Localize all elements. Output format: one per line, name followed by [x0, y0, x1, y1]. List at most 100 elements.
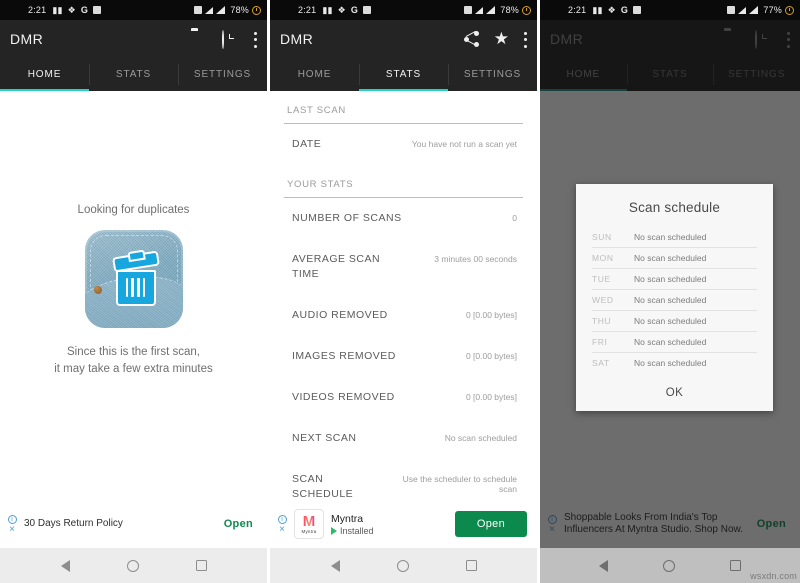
- table-row[interactable]: NUMBER OF SCANS 0: [284, 198, 523, 239]
- app-title: DMR: [280, 31, 314, 47]
- recents-icon[interactable]: [729, 560, 741, 571]
- list-item[interactable]: TUE No scan scheduled: [592, 269, 757, 290]
- schedule-value: No scan scheduled: [634, 274, 707, 284]
- photo-icon: [363, 6, 372, 14]
- list-item[interactable]: THU No scan scheduled: [592, 311, 757, 332]
- tab-stats[interactable]: STATS: [359, 58, 448, 91]
- ad-info-icon[interactable]: i: [277, 514, 287, 524]
- battery-percent: 77%: [763, 5, 782, 15]
- table-row[interactable]: NEXT SCAN No scan scheduled: [284, 418, 523, 459]
- star-icon[interactable]: ★: [494, 30, 509, 47]
- signal-dual-icon: [738, 6, 747, 14]
- back-icon[interactable]: [599, 559, 609, 572]
- folder-icon[interactable]: [191, 31, 208, 48]
- status-bar: 2:21 ▮▮ ❖ G 78%: [0, 0, 267, 20]
- tab-bar: HOME STATS SETTINGS: [270, 58, 537, 91]
- battery-percent: 78%: [230, 5, 249, 15]
- ad-banner[interactable]: i × M Myntra Myntra Installed Open: [270, 500, 537, 548]
- tab-bar: HOME STATS SETTINGS: [0, 58, 267, 91]
- tab-settings[interactable]: SETTINGS: [448, 58, 537, 91]
- home-icon[interactable]: [126, 559, 139, 572]
- stat-value: 0: [512, 213, 517, 223]
- back-icon[interactable]: [330, 559, 340, 572]
- stat-key: AVERAGE SCAN TIME: [292, 253, 381, 280]
- status-bar-time: 2:21: [28, 5, 47, 15]
- back-icon[interactable]: [60, 559, 70, 572]
- table-row[interactable]: AUDIO REMOVED 0 [0.00 bytes]: [284, 295, 523, 336]
- screenshot-icon: [727, 6, 736, 14]
- status-bar: 2:21 ▮▮ ❖ G 78%: [270, 0, 537, 20]
- google-icon: G: [350, 4, 359, 15]
- dialog-ok-button[interactable]: OK: [576, 373, 773, 403]
- tab-stats[interactable]: STATS: [89, 58, 178, 91]
- ad-open-button[interactable]: Open: [454, 511, 527, 537]
- scan-note: Since this is the first scan, it may tak…: [54, 344, 213, 378]
- schedule-value: No scan scheduled: [634, 316, 707, 326]
- stat-key: SCAN SCHEDULE: [292, 473, 354, 500]
- app-bar: DMR: [0, 20, 267, 58]
- home-content: Looking for duplicates Since this is the…: [0, 91, 267, 500]
- photo-icon: [633, 6, 642, 14]
- ad-close-icon[interactable]: ×: [279, 524, 285, 534]
- ad-app-status: Installed: [331, 526, 374, 536]
- tab-home[interactable]: HOME: [270, 58, 359, 91]
- scanning-heading: Looking for duplicates: [77, 203, 190, 216]
- battery-percent: 78%: [500, 5, 519, 15]
- status-bar: 2:21 ▮▮ ❖ G 77%: [540, 0, 800, 20]
- schedule-value: No scan scheduled: [634, 337, 707, 347]
- ad-info-icon[interactable]: i: [7, 514, 17, 524]
- footprint-icon: ❖: [337, 4, 346, 15]
- status-bar-time: 2:21: [298, 5, 317, 15]
- ad-marks: i ×: [276, 514, 288, 534]
- ad-app-block: M Myntra Myntra Installed: [294, 509, 455, 539]
- table-row[interactable]: DATE You have not run a scan yet: [284, 124, 523, 165]
- stat-key: VIDEOS REMOVED: [292, 391, 395, 403]
- ad-open-link[interactable]: Open: [224, 518, 253, 530]
- gmail-icon: ▮▮: [322, 4, 333, 15]
- table-row[interactable]: IMAGES REMOVED 0 [0.00 bytes]: [284, 336, 523, 377]
- signal-dual-icon: [475, 6, 484, 14]
- status-bar-time: 2:21: [568, 5, 587, 15]
- ad-close-icon[interactable]: ×: [9, 524, 15, 534]
- status-bar-right-icons: 78%: [464, 5, 531, 15]
- screenshot-stage: 2:21 ▮▮ ❖ G 78% DMR HOME STATS SETTINGS …: [0, 0, 800, 583]
- schedule-value: No scan scheduled: [634, 232, 707, 242]
- system-nav-bar: [0, 548, 267, 583]
- table-row[interactable]: AVERAGE SCAN TIME 3 minutes 00 seconds: [284, 239, 523, 295]
- ad-app-meta: Myntra Installed: [331, 513, 374, 536]
- screenshot-icon: [464, 6, 473, 14]
- list-item[interactable]: WED No scan scheduled: [592, 290, 757, 311]
- schedule-day: FRI: [592, 337, 608, 347]
- list-item[interactable]: SUN No scan scheduled: [592, 227, 757, 248]
- ad-app-name: Myntra: [331, 512, 364, 525]
- home-icon[interactable]: [396, 559, 409, 572]
- share-icon[interactable]: [463, 30, 480, 47]
- list-item[interactable]: FRI No scan scheduled: [592, 332, 757, 353]
- list-item[interactable]: MON No scan scheduled: [592, 248, 757, 269]
- ad-banner[interactable]: i × 30 Days Return Policy Open: [0, 500, 267, 548]
- stat-value: 0 [0.00 bytes]: [465, 392, 517, 402]
- recents-icon[interactable]: [465, 560, 477, 571]
- clock-icon[interactable]: [222, 29, 239, 49]
- alarm-icon: [522, 5, 531, 15]
- stat-key: DATE: [292, 138, 322, 150]
- section-label-last-scan: LAST SCAN: [287, 105, 346, 116]
- schedule-day: SAT: [592, 358, 610, 368]
- home-icon[interactable]: [662, 559, 675, 572]
- list-item[interactable]: SAT No scan scheduled: [592, 353, 757, 373]
- kebab-menu-icon[interactable]: [523, 31, 527, 48]
- kebab-menu-icon[interactable]: [253, 31, 257, 48]
- rivet-icon: [93, 285, 102, 294]
- signal-dual-icon: [205, 6, 214, 14]
- schedule-list: SUN No scan scheduled MON No scan schedu…: [576, 227, 773, 373]
- stat-key: AUDIO REMOVED: [292, 309, 388, 321]
- schedule-day: SUN: [592, 232, 612, 242]
- signal-icon: [216, 6, 226, 14]
- recents-icon[interactable]: [195, 560, 207, 571]
- status-bar-right-icons: 77%: [727, 5, 794, 15]
- trash-can-glyph: [111, 249, 160, 306]
- table-row[interactable]: VIDEOS REMOVED 0 [0.00 bytes]: [284, 377, 523, 418]
- signal-icon: [486, 6, 496, 14]
- tab-home[interactable]: HOME: [0, 58, 89, 91]
- tab-settings[interactable]: SETTINGS: [178, 58, 267, 91]
